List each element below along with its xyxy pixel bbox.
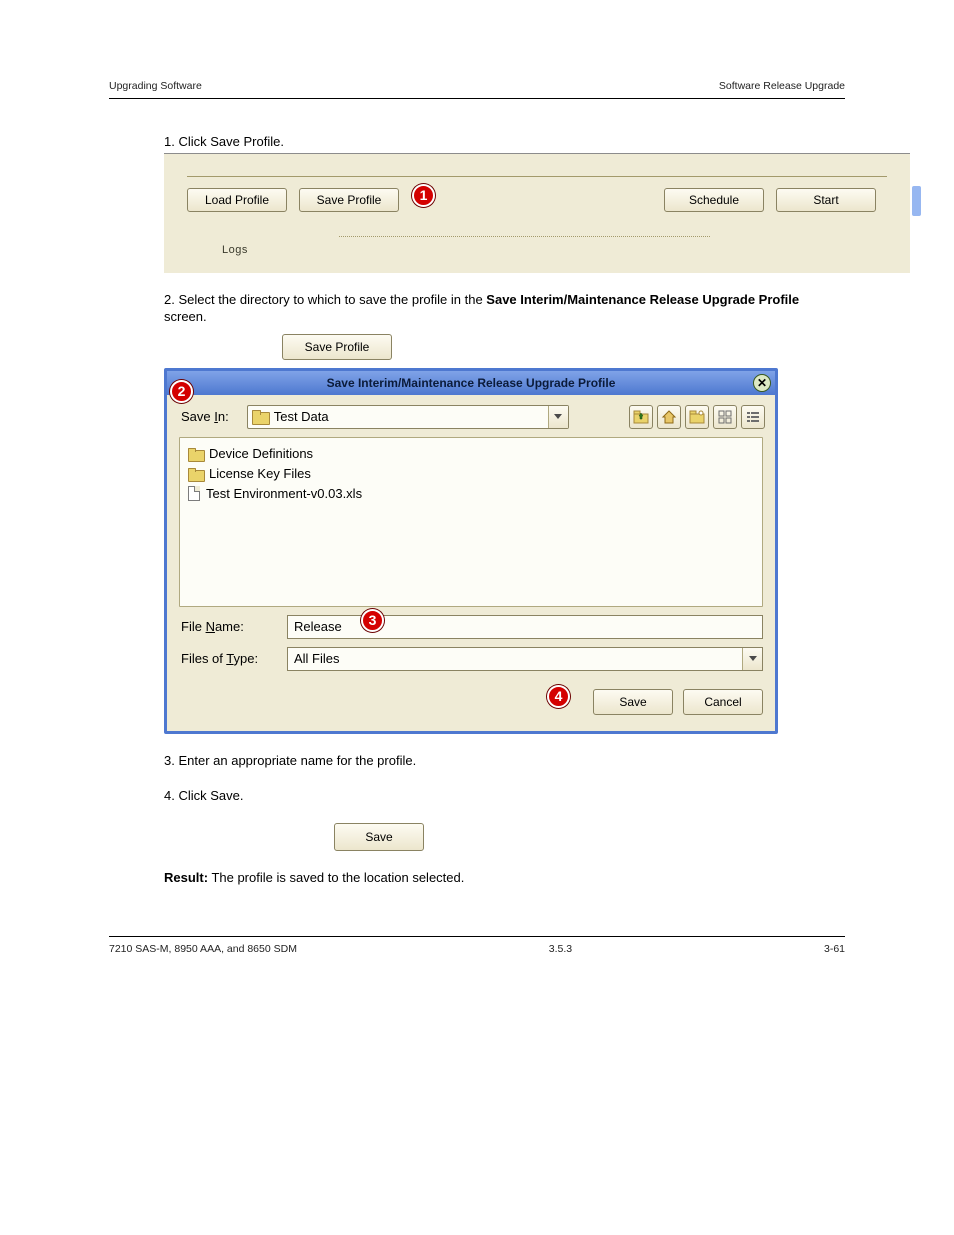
- figure-save-profile-button: Save Profile: [282, 334, 392, 360]
- step-3-text: 3. Enter an appropriate name for the pro…: [164, 752, 844, 770]
- panel-divider: [187, 176, 887, 177]
- result-text: Result: The profile is saved to the loca…: [164, 869, 844, 887]
- file-name-input[interactable]: [287, 615, 763, 639]
- step-2-text-c: screen.: [164, 309, 207, 324]
- footer-center: 3.5.3: [297, 943, 824, 955]
- file-item-label: License Key Files: [209, 466, 311, 481]
- step-4-text: 4. Click Save.: [164, 787, 844, 805]
- file-list-item-folder[interactable]: License Key Files: [188, 464, 754, 484]
- result-body: The profile is saved to the location sel…: [208, 870, 464, 885]
- folder-up-icon: [633, 409, 649, 425]
- schedule-button[interactable]: Schedule: [664, 188, 764, 212]
- header-left: Upgrading Software: [109, 80, 719, 92]
- file-list-item-folder[interactable]: Device Definitions: [188, 444, 754, 464]
- folder-icon: [188, 468, 203, 480]
- details-view-button[interactable]: [741, 405, 765, 429]
- up-folder-button[interactable]: [629, 405, 653, 429]
- step-2-text: 2. Select the directory to which to save…: [164, 291, 844, 326]
- chevron-down-icon: [749, 656, 757, 661]
- dialog-cancel-button[interactable]: Cancel: [683, 689, 763, 715]
- start-button[interactable]: Start: [776, 188, 876, 212]
- file-type-row: Files of Type: All Files: [167, 639, 775, 671]
- figure-save-button: Save: [334, 823, 424, 851]
- file-item-label: Device Definitions: [209, 446, 313, 461]
- save-in-dropdown-arrow[interactable]: [548, 406, 568, 428]
- list-view-icon: [717, 409, 733, 425]
- file-type-dropdown-arrow[interactable]: [742, 648, 762, 670]
- file-list-item-file[interactable]: Test Environment-v0.03.xls: [188, 484, 754, 504]
- dialog-button-row: 4 Save Cancel: [167, 671, 775, 731]
- callout-1: 1: [412, 184, 435, 207]
- chevron-down-icon: [554, 414, 562, 419]
- scroll-thumb[interactable]: [912, 186, 921, 216]
- footer-left: 7210 SAS-M, 8950 AAA, and 8650 SDM: [109, 943, 297, 955]
- callout-3: 3: [361, 609, 384, 632]
- file-icon: [188, 486, 200, 501]
- new-folder-icon: [689, 409, 705, 425]
- header-right: Software Release Upgrade: [719, 80, 845, 92]
- save-profile-button-zoom[interactable]: Save Profile: [282, 334, 392, 360]
- dialog-toolbar: [629, 405, 765, 429]
- dialog-title: Save Interim/Maintenance Release Upgrade…: [327, 376, 616, 390]
- file-name-row: File Name: 3: [167, 607, 775, 639]
- figure-parent-window: Load Profile Save Profile Schedule Start…: [164, 153, 910, 273]
- dialog-titlebar: Save Interim/Maintenance Release Upgrade…: [167, 371, 775, 395]
- footer-right: 3-61: [824, 943, 845, 955]
- result-label: Result:: [164, 870, 208, 885]
- file-list-pane[interactable]: Device Definitions License Key Files Tes…: [179, 437, 763, 607]
- step-2-text-a: 2. Select the directory to which to save…: [164, 292, 486, 307]
- figure-save-dialog: 2 Save Interim/Maintenance Release Upgra…: [164, 368, 778, 734]
- page-header: Upgrading Software Software Release Upgr…: [109, 0, 845, 99]
- dialog-close-button[interactable]: ✕: [753, 374, 771, 392]
- page-footer: 7210 SAS-M, 8950 AAA, and 8650 SDM 3.5.3…: [109, 943, 845, 955]
- logs-groupbox-label: Logs: [220, 244, 250, 256]
- save-profile-button[interactable]: Save Profile: [299, 188, 399, 212]
- footer-rule: [109, 936, 845, 937]
- close-icon: ✕: [757, 376, 767, 390]
- dialog-save-button[interactable]: Save: [593, 689, 673, 715]
- save-button-zoom[interactable]: Save: [334, 823, 424, 851]
- save-in-value: Test Data: [274, 409, 329, 424]
- callout-4: 4: [547, 685, 570, 708]
- file-type-value: All Files: [294, 651, 340, 666]
- folder-icon: [188, 448, 203, 460]
- step-1-text: 1. Click Save Profile.: [164, 133, 844, 151]
- save-in-row: Save In: Test Data: [167, 395, 775, 437]
- step-2-text-b: Save Interim/Maintenance Release Upgrade…: [486, 292, 799, 307]
- save-in-combo[interactable]: Test Data: [247, 405, 569, 429]
- details-view-icon: [745, 409, 761, 425]
- load-profile-button[interactable]: Load Profile: [187, 188, 287, 212]
- home-button[interactable]: [657, 405, 681, 429]
- home-icon: [661, 409, 677, 425]
- list-view-button[interactable]: [713, 405, 737, 429]
- file-item-label: Test Environment-v0.03.xls: [206, 486, 362, 501]
- save-dialog: Save Interim/Maintenance Release Upgrade…: [164, 368, 778, 734]
- dotted-separator: [339, 236, 710, 237]
- folder-open-icon: [252, 410, 268, 423]
- parent-panel: Load Profile Save Profile Schedule Start…: [164, 153, 910, 273]
- file-type-label: Files of Type:: [181, 651, 271, 666]
- file-type-select[interactable]: All Files: [287, 647, 763, 671]
- save-in-label: Save In:: [181, 409, 229, 424]
- new-folder-button[interactable]: [685, 405, 709, 429]
- callout-2: 2: [170, 380, 193, 403]
- file-name-label: File Name:: [181, 619, 271, 634]
